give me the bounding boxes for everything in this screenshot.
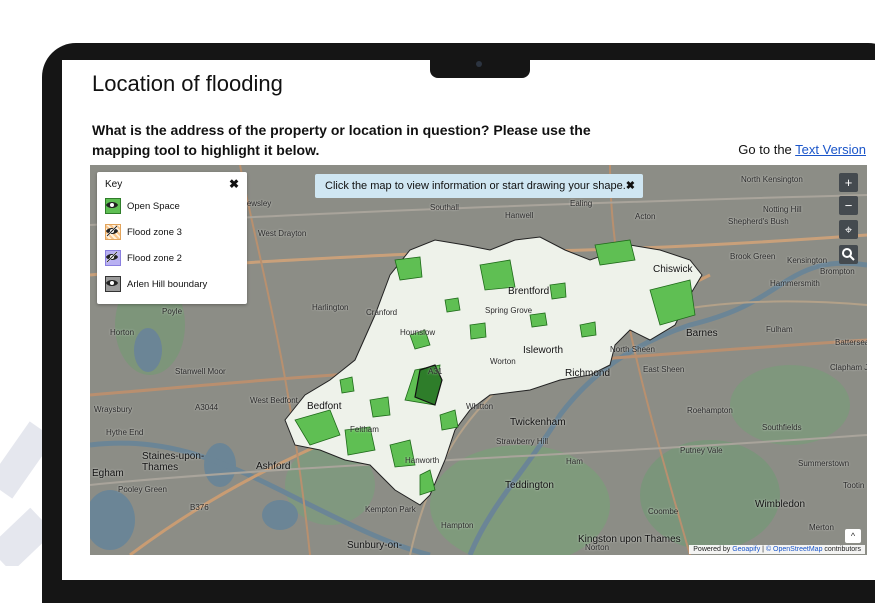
place-label: Acton [635, 212, 656, 221]
address-question: What is the address of the property or l… [92, 122, 591, 158]
place-label: West Drayton [258, 229, 307, 238]
place-label: Strawberry Hill [496, 437, 549, 446]
key-item-label: Open Space [127, 201, 180, 212]
place-label: Notting Hill [763, 205, 802, 214]
place-label: East Sheen [643, 365, 685, 374]
place-label: Brentford [508, 286, 550, 297]
place-label: Worton [490, 357, 516, 366]
map-instruction-banner: Click the map to view information or sta… [315, 174, 643, 198]
text-version-line: Go to the Text Version [738, 142, 866, 157]
place-label: Wraysbury [94, 405, 133, 414]
key-item-flood-zone-3[interactable]: Flood zone 3 [105, 224, 241, 242]
place-label: Bedfont [307, 401, 342, 412]
place-label: Horton [110, 328, 135, 337]
map-key-panel: Key ✖ Open Space Flood zone 3 Flood zone… [97, 172, 247, 304]
place-label: B376 [190, 503, 209, 512]
search-icon [842, 248, 855, 261]
flood-map[interactable]: Southall Ealing Hanwell Acton North Kens… [90, 165, 867, 555]
place-label: Cranford [366, 308, 398, 317]
place-label: Kensington [787, 256, 828, 265]
place-label: North Sheen [610, 345, 655, 354]
scroll-up-button[interactable]: ^ [845, 529, 861, 543]
place-label: Clapham Ju [830, 363, 867, 372]
attribution-prefix: Powered by [693, 546, 731, 553]
key-heading: Key [105, 179, 123, 190]
place-label: Norton [585, 543, 610, 552]
place-label: A3044 [195, 403, 219, 412]
geoapify-link[interactable]: Geoapify [732, 546, 760, 553]
osm-link[interactable]: © OpenStreetMap [766, 546, 823, 553]
key-item-boundary[interactable]: Arlen Hill boundary [105, 276, 241, 294]
eye-icon[interactable] [105, 276, 119, 290]
place-label: Poyle [162, 307, 183, 316]
page-title: Location of flooding [92, 71, 283, 96]
place-label: Southall [430, 203, 459, 212]
place-label: A31 [428, 367, 443, 376]
place-label: Hammersmith [770, 279, 820, 288]
place-label: Hounslow [400, 328, 436, 337]
place-label: Richmond [565, 368, 611, 379]
place-label: Hanwell [505, 211, 534, 220]
place-label: Stanwell Moor [175, 367, 226, 376]
place-label: Spring Grove [485, 306, 533, 315]
map-attribution: Powered by Geoapify | © OpenStreetMap co… [689, 545, 865, 554]
place-label: Egham [92, 468, 124, 479]
place-label: Teddington [505, 480, 554, 491]
place-label: Shepherd's Bush [728, 217, 789, 226]
place-label: Merton [809, 523, 834, 532]
place-label: Coombe [648, 507, 679, 516]
key-close-icon[interactable]: ✖ [229, 177, 239, 191]
key-item-label: Flood zone 2 [127, 253, 182, 264]
camera-icon [476, 61, 482, 67]
place-label: Hampton [441, 521, 474, 530]
zoom-in-button[interactable]: + [839, 173, 858, 192]
place-label: Hythe End [106, 428, 144, 437]
eye-slash-icon[interactable] [105, 224, 119, 238]
banner-close-icon[interactable]: ✖ [626, 174, 635, 198]
place-label: Summerstown [798, 459, 850, 468]
place-label: Barnes [686, 328, 718, 339]
place-label: Brook Green [730, 252, 776, 261]
place-label: Isleworth [523, 345, 564, 356]
place-label: Ham [566, 457, 583, 466]
place-label: Fulham [766, 325, 793, 334]
eye-slash-icon[interactable] [105, 250, 119, 264]
place-label: Battersea [835, 338, 867, 347]
place-label: Roehampton [687, 406, 733, 415]
place-label: Twickenham [510, 417, 566, 428]
attribution-suffix: contributors [824, 546, 861, 553]
text-version-link[interactable]: Text Version [795, 142, 866, 157]
place-label: Kempton Park [365, 505, 416, 514]
place-label: Harlington [312, 303, 349, 312]
place-label: Hanworth [405, 456, 440, 465]
place-label: West Bedfont [250, 396, 298, 405]
place-label: Chiswick [653, 264, 693, 275]
place-label: Brompton [820, 267, 855, 276]
place-label: Pooley Green [118, 485, 167, 494]
place-label: Southfields [762, 423, 802, 432]
banner-text: Click the map to view information or sta… [325, 180, 626, 192]
key-item-label: Flood zone 3 [127, 227, 182, 238]
place-label: Tootin [843, 481, 865, 490]
place-label: North Kensington [741, 175, 803, 184]
place-label: Ealing [570, 199, 593, 208]
key-item-open-space[interactable]: Open Space [105, 198, 241, 216]
place-label: Putney Vale [680, 446, 723, 455]
place-label: Sunbury-on- [347, 540, 403, 551]
place-label: Feltham [350, 425, 379, 434]
eye-icon[interactable] [105, 198, 119, 212]
place-label: Ashford [256, 461, 291, 472]
place-label: Wimbledon [755, 499, 806, 510]
zoom-out-button[interactable]: − [839, 196, 858, 215]
key-item-flood-zone-2[interactable]: Flood zone 2 [105, 250, 241, 268]
place-label: Staines-upon-Thames [142, 451, 205, 473]
place-label: Whitton [466, 402, 494, 411]
text-version-prefix: Go to the [738, 142, 792, 157]
search-button[interactable] [839, 245, 858, 264]
key-item-label: Arlen Hill boundary [127, 279, 208, 290]
locate-button[interactable]: ⌖ [839, 220, 858, 239]
